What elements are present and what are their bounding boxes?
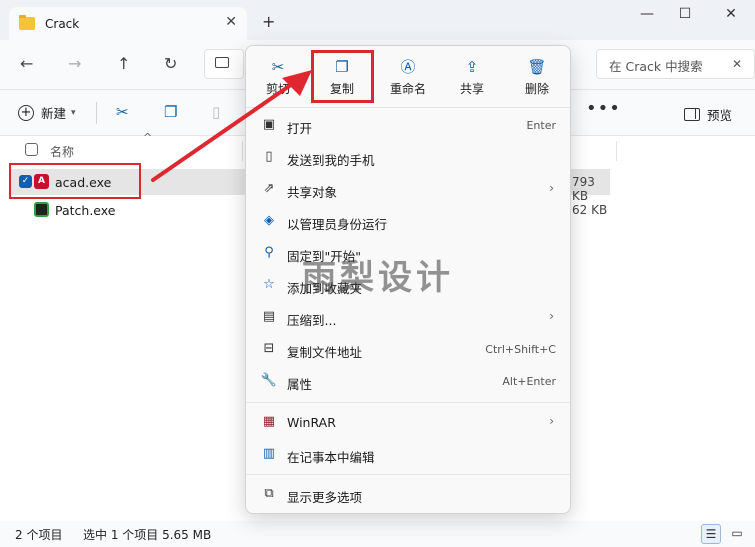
- new-button[interactable]: + 新建 ▾: [18, 103, 76, 122]
- menu-item-label: 以管理员身份运行: [287, 217, 388, 232]
- open-icon: ▣: [262, 117, 276, 132]
- menu-item-label: 发送到我的手机: [287, 153, 375, 168]
- menu-item-send-to-phone[interactable]: ▯ 发送到我的手机: [246, 143, 570, 173]
- file-name: Patch.exe: [55, 203, 116, 218]
- annotation-box-file: [9, 163, 141, 199]
- chevron-right-icon: ›: [549, 414, 554, 428]
- column-divider[interactable]: [242, 141, 243, 161]
- status-bar: 2 个项目 选中 1 个项目 5.65 MB ☰ ▭: [0, 521, 755, 547]
- shield-icon: ◈: [264, 213, 274, 228]
- menu-item-label: 复制文件地址: [287, 345, 363, 360]
- menu-item-label: 属性: [287, 377, 313, 392]
- preview-pane-icon: [684, 108, 700, 121]
- file-size: 62 KB: [572, 203, 608, 217]
- column-name[interactable]: 名称: [50, 143, 74, 160]
- zip-icon: ▤: [262, 309, 276, 324]
- quick-actions-bar: ✂ 剪切 ❐ 复制 Ⓐ 重命名 ⇪ 共享 🗑 删除: [246, 46, 570, 108]
- tab-close-button[interactable]: ✕: [225, 14, 237, 30]
- rename-icon: Ⓐ: [400, 58, 416, 76]
- minimize-button[interactable]: —: [632, 6, 662, 26]
- menu-item-shortcut: Enter: [526, 119, 556, 132]
- search-input[interactable]: 在 Crack 中搜索 ✕: [596, 49, 755, 79]
- menu-item-edit-notepad[interactable]: ▥ 在记事本中编辑: [246, 440, 570, 470]
- menu-item-open[interactable]: ▣ 打开 Enter: [246, 111, 570, 141]
- item-count: 2 个项目: [15, 528, 63, 542]
- menu-item-label: 共享对象: [287, 185, 338, 200]
- watermark: 雨梨设计: [302, 258, 454, 298]
- menu-item-properties[interactable]: 🔧 属性 Alt+Enter: [246, 367, 570, 397]
- refresh-icon[interactable]: ↻: [164, 54, 177, 73]
- menu-item-show-more[interactable]: ⧉ 显示更多选项: [246, 480, 570, 510]
- notepad-icon: ▥: [262, 446, 276, 461]
- chevron-down-icon: ▾: [71, 107, 76, 118]
- cut-label: 剪切: [265, 82, 290, 96]
- pin-icon: ⚲: [264, 245, 274, 260]
- share-icon: ⇗: [263, 181, 275, 196]
- path-icon: ⊟: [263, 341, 275, 356]
- copy-toolbar-icon[interactable]: ❐: [164, 103, 177, 121]
- share-action[interactable]: ⇪ 共享: [444, 56, 500, 102]
- menu-item-share-with[interactable]: ⇗ 共享对象 ›: [246, 175, 570, 205]
- tab-crack[interactable]: Crack ✕: [9, 7, 247, 40]
- delete-action[interactable]: 🗑 删除: [509, 56, 565, 102]
- details-view-icon[interactable]: ☰: [701, 524, 721, 544]
- menu-separator: [246, 474, 570, 475]
- share-icon: ⇪: [465, 58, 479, 76]
- menu-item-label: 压缩到...: [287, 313, 337, 328]
- selection-info: 选中 1 个项目 5.65 MB: [83, 528, 212, 542]
- new-label: 新建: [41, 106, 67, 121]
- folder-icon: [19, 15, 35, 30]
- tiles-view-icon[interactable]: ▭: [727, 524, 747, 544]
- paste-icon[interactable]: ▯: [212, 103, 220, 121]
- up-icon[interactable]: ↑: [117, 54, 130, 73]
- menu-item-label: 打开: [287, 121, 313, 136]
- cut-icon[interactable]: ✂: [116, 103, 129, 121]
- column-divider[interactable]: [616, 141, 617, 161]
- menu-separator: [246, 402, 570, 403]
- patch-app-icon: [34, 202, 49, 217]
- address-bar[interactable]: [204, 49, 244, 79]
- menu-item-shortcut: Alt+Enter: [502, 375, 556, 388]
- monitor-icon: [215, 57, 229, 68]
- wrench-icon: 🔧: [260, 373, 278, 388]
- search-placeholder: 在 Crack 中搜索: [609, 59, 703, 74]
- back-icon[interactable]: ←: [20, 54, 33, 73]
- toolbar-divider: [96, 102, 97, 124]
- chevron-right-icon: ›: [549, 309, 554, 323]
- menu-item-compress-to[interactable]: ▤ 压缩到... ›: [246, 303, 570, 333]
- star-icon: ☆: [263, 277, 275, 292]
- scissors-icon: ✂: [271, 58, 285, 76]
- more-options-icon[interactable]: •••: [586, 98, 621, 119]
- close-button[interactable]: ✕: [716, 6, 746, 26]
- preview-label: 预览: [707, 108, 733, 123]
- menu-item-copy-path[interactable]: ⊟ 复制文件地址 Ctrl+Shift+C: [246, 335, 570, 365]
- more-options-icon: ⧉: [264, 486, 274, 501]
- chevron-right-icon: ›: [549, 181, 554, 195]
- rename-action[interactable]: Ⓐ 重命名: [380, 56, 436, 102]
- maximize-button[interactable]: ☐: [670, 6, 700, 26]
- menu-item-run-as-admin[interactable]: ◈ 以管理员身份运行: [246, 207, 570, 237]
- phone-icon: ▯: [265, 149, 273, 164]
- menu-item-label: 在记事本中编辑: [287, 450, 375, 465]
- delete-label: 删除: [524, 82, 549, 96]
- menu-item-label: WinRAR: [287, 415, 336, 430]
- forward-icon[interactable]: →: [68, 54, 81, 73]
- search-clear-icon[interactable]: ✕: [732, 57, 742, 71]
- winrar-icon: ▦: [262, 414, 276, 429]
- sort-ascending-icon: ^: [143, 131, 153, 144]
- select-all-checkbox[interactable]: [25, 143, 38, 156]
- title-bar: Crack ✕ + — ☐ ✕: [0, 0, 755, 40]
- rename-label: 重命名: [389, 82, 426, 96]
- cut-action[interactable]: ✂ 剪切: [250, 56, 306, 102]
- annotation-box-copy: [311, 50, 374, 103]
- menu-item-label: 显示更多选项: [287, 490, 363, 505]
- share-label: 共享: [459, 82, 484, 96]
- preview-button[interactable]: 预览: [684, 105, 732, 124]
- menu-item-winrar[interactable]: ▦ WinRAR ›: [246, 408, 570, 438]
- trash-icon: 🗑: [527, 58, 547, 76]
- tab-title: Crack: [45, 16, 80, 31]
- plus-icon: +: [18, 104, 34, 121]
- new-tab-button[interactable]: +: [262, 12, 275, 31]
- menu-item-shortcut: Ctrl+Shift+C: [485, 343, 556, 356]
